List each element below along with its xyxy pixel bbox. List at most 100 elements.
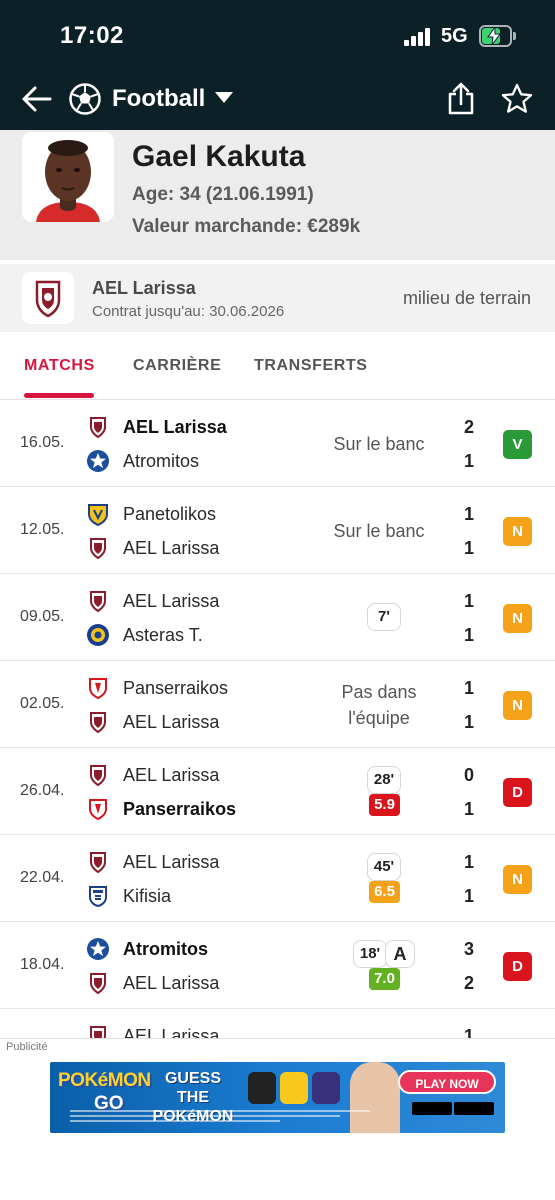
minutes-played: 28' <box>367 766 401 794</box>
match-date: 26.04. <box>20 782 65 799</box>
ad-silhouette-icon <box>280 1072 308 1104</box>
ad-headline-line1: GUESS THE <box>164 1070 221 1106</box>
away-team: Kifisia <box>123 886 172 906</box>
match-status: Sur le banc <box>333 521 425 541</box>
match-date: 12.05. <box>20 521 65 538</box>
match-date: 22.04. <box>20 869 65 886</box>
atromitos-crest-icon <box>87 938 109 960</box>
home-team: Panetolikos <box>123 504 217 524</box>
atromitos-crest-icon <box>87 450 109 472</box>
player-market-value: Valeur marchande: €289k <box>132 216 361 237</box>
home-score: 1 <box>463 504 474 524</box>
club-crest-icon <box>22 272 74 324</box>
larissa-crest-icon <box>90 712 106 734</box>
signal-icon <box>404 28 432 46</box>
result-badge: D <box>503 952 532 981</box>
away-score: 1 <box>463 886 474 906</box>
panserraikos-crest-icon <box>89 799 107 821</box>
home-score: 1 <box>463 852 474 872</box>
match-status-line1: Pas dans <box>341 682 417 702</box>
match-row[interactable]: 02.05. Panserraikos AEL Larissa Pas dans… <box>0 662 555 748</box>
result-badge: V <box>503 430 532 459</box>
club-contract: Contrat jusqu'au: 30.06.2026 <box>92 303 285 320</box>
ad-banner[interactable]: POKéMON GO GUESS THE POKéMON PLAY NOW <box>50 1062 505 1133</box>
home-team: Atromitos <box>123 939 208 959</box>
away-team: AEL Larissa <box>123 712 220 732</box>
match-row[interactable]: 22.04. AEL Larissa Kifisia 45' 6.5 1 1 N <box>0 836 555 922</box>
away-team: AEL Larissa <box>123 538 220 558</box>
player-header: Gael Kakuta Age: 34 (21.06.1991) Valeur … <box>0 130 555 260</box>
player-rating: 7.0 <box>369 968 400 990</box>
tab-carriere[interactable]: CARRIÈRE <box>133 357 221 375</box>
match-date: 09.05. <box>20 608 65 625</box>
away-team: Asteras T. <box>123 625 203 645</box>
ad-silhouette-icon <box>248 1072 276 1104</box>
player-position: milieu de terrain <box>402 288 531 308</box>
away-score: 1 <box>463 451 474 471</box>
match-row[interactable]: 16.05. AEL Larissa Atromitos Sur le banc… <box>0 401 555 487</box>
club-name: AEL Larissa <box>92 278 196 298</box>
result-badge: N <box>503 691 532 720</box>
sport-selector[interactable]: Football <box>112 85 205 113</box>
top-bar: 17:02 5G Football <box>0 0 555 130</box>
status-bar: 17:02 5G <box>0 0 555 72</box>
match-row[interactable]: 12.05. Panetolikos AEL Larissa Sur le ba… <box>0 488 555 574</box>
home-score: 2 <box>463 417 474 437</box>
away-team: AEL Larissa <box>123 973 220 993</box>
home-team: Panserraikos <box>123 678 229 698</box>
match-row[interactable]: 26.04. AEL Larissa Panserraikos 28' 5.9 … <box>0 749 555 835</box>
assist-badge: A <box>385 940 415 968</box>
match-date: 16.05. <box>20 434 65 451</box>
away-team: Atromitos <box>123 451 200 471</box>
match-row[interactable]: 18.04. Atromitos AEL Larissa 18' A 7.0 3… <box>0 923 555 1009</box>
player-avatar <box>22 132 114 222</box>
home-score: 3 <box>463 939 474 959</box>
match-date: 02.05. <box>20 695 65 712</box>
dropdown-caret-icon[interactable] <box>215 92 233 103</box>
minutes-played: 45' <box>367 853 401 881</box>
home-score: 1 <box>463 678 474 698</box>
tab-transferts[interactable]: TRANSFERTS <box>254 357 368 375</box>
share-icon[interactable] <box>445 82 477 116</box>
status-time: 17:02 <box>60 22 124 49</box>
larissa-crest-icon <box>90 591 106 613</box>
result-badge: N <box>503 517 532 546</box>
asteras-crest-icon <box>87 624 109 646</box>
result-badge: D <box>503 778 532 807</box>
away-score: 1 <box>463 625 474 645</box>
nav-bar: Football <box>0 72 555 130</box>
home-score: 0 <box>463 765 474 785</box>
minutes-played: 18' <box>353 940 387 968</box>
active-tab-indicator <box>24 393 94 398</box>
panetolikos-crest-icon <box>88 504 108 526</box>
star-icon[interactable] <box>500 82 534 116</box>
battery-icon <box>479 25 517 47</box>
player-rating: 5.9 <box>369 794 400 816</box>
away-score: 1 <box>463 538 474 558</box>
larissa-crest-icon <box>90 973 106 995</box>
ad-brand-logo: POKéMON <box>58 1070 151 1091</box>
away-score: 1 <box>463 799 474 819</box>
home-team: AEL Larissa <box>123 417 227 437</box>
home-score: 1 <box>463 591 474 611</box>
result-badge: N <box>503 865 532 894</box>
larissa-crest-icon <box>90 417 106 439</box>
larissa-crest-icon <box>90 852 106 874</box>
home-team: AEL Larissa <box>123 591 220 611</box>
away-score: 2 <box>463 973 474 993</box>
larissa-crest-icon <box>90 765 106 787</box>
match-row[interactable]: 09.05. AEL Larissa Asteras T. 7' 1 1 N <box>0 575 555 661</box>
soccer-ball-icon[interactable] <box>68 82 102 116</box>
ad-silhouette-icon <box>312 1072 340 1104</box>
network-label: 5G <box>441 25 468 47</box>
back-arrow-icon[interactable] <box>20 82 54 116</box>
result-badge: N <box>503 604 532 633</box>
minutes-played: 7' <box>367 603 401 631</box>
ad-play-now-button[interactable]: PLAY NOW <box>398 1070 496 1094</box>
tab-bar: MATCHS CARRIÈRE TRANSFERTS <box>0 332 555 400</box>
match-date: 18.04. <box>20 956 65 973</box>
away-team: Panserraikos <box>123 799 237 819</box>
home-team: AEL Larissa <box>123 852 220 872</box>
tab-matchs[interactable]: MATCHS <box>24 357 95 375</box>
club-card[interactable]: AEL Larissa Contrat jusqu'au: 30.06.2026… <box>0 264 555 332</box>
